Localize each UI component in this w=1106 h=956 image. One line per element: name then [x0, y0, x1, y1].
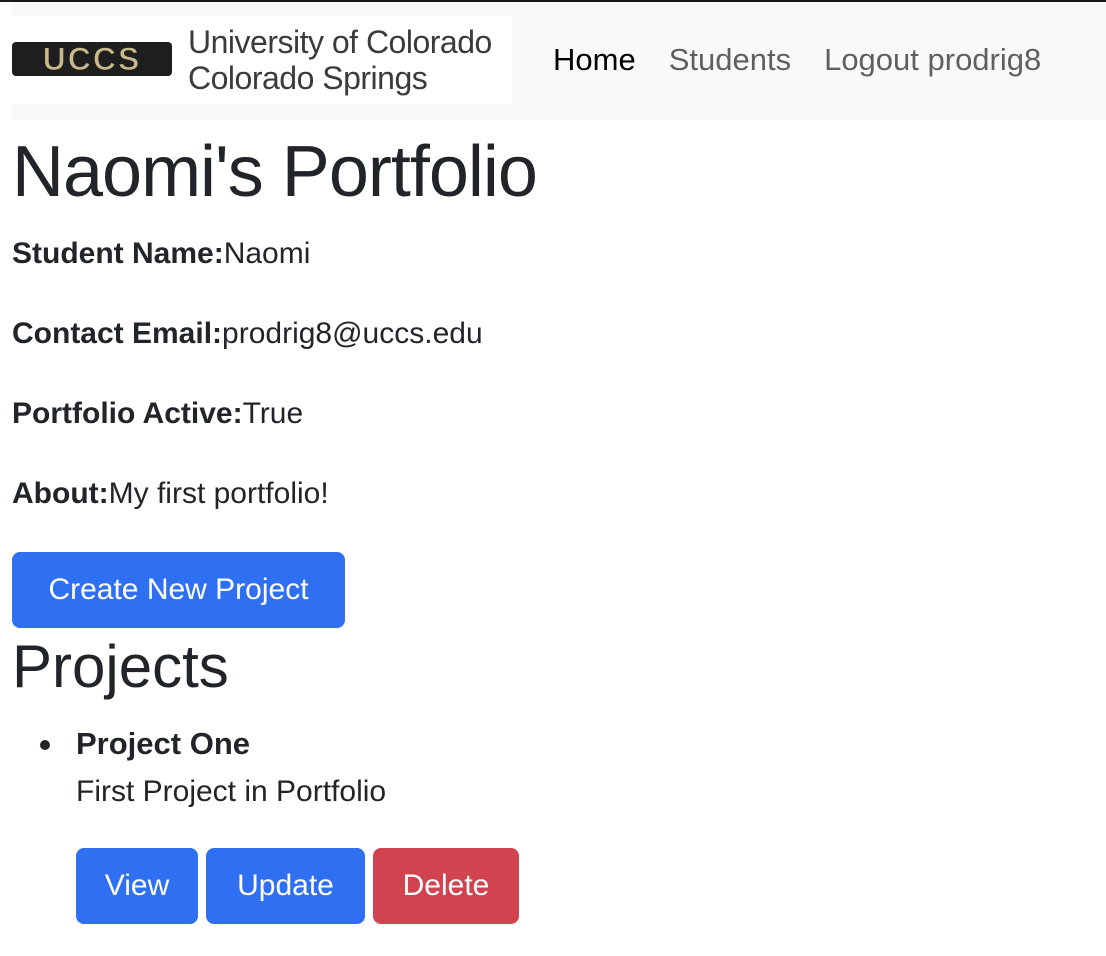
logo-line-1: University of Colorado [188, 24, 492, 60]
navbar: UCCS University of Colorado Colorado Spr… [12, 2, 1106, 120]
logo-line-2: Colorado Springs [188, 60, 428, 96]
delete-project-button[interactable]: Delete [373, 848, 519, 924]
update-project-button[interactable]: Update [206, 848, 365, 924]
nav-home-link[interactable]: Home [553, 40, 636, 80]
project-description: First Project in Portfolio [76, 775, 387, 808]
list-bullet [40, 740, 50, 750]
field-portfolio-active: Portfolio Active:True [12, 394, 303, 434]
field-label: Contact Email: [12, 317, 223, 350]
field-value: True [242, 397, 304, 430]
field-value: Naomi [223, 237, 311, 270]
projects-heading: Projects [12, 633, 229, 700]
nav-students-link[interactable]: Students [669, 40, 791, 80]
field-value: prodrig8@uccs.edu [222, 317, 483, 350]
field-value: My first portfolio! [108, 477, 329, 510]
page-title: Naomi's Portfolio [12, 132, 538, 212]
uccs-logo-mark: UCCS [12, 41, 172, 78]
field-about: About:My first portfolio! [12, 474, 329, 514]
view-project-button[interactable]: View [76, 848, 198, 924]
project-name: Project One [76, 726, 250, 761]
field-label: Portfolio Active: [12, 397, 243, 430]
uccs-logo[interactable]: UCCS University of Colorado Colorado Spr… [12, 16, 512, 104]
field-label: Student Name: [12, 237, 224, 270]
field-contact-email: Contact Email:prodrig8@uccs.edu [12, 314, 483, 354]
field-student-name: Student Name:Naomi [12, 234, 310, 274]
nav-logout-link[interactable]: Logout prodrig8 [824, 40, 1041, 80]
create-new-project-button[interactable]: Create New Project [12, 552, 345, 628]
field-label: About: [12, 477, 109, 510]
logo-wordmark: University of Colorado Colorado Springs [188, 24, 492, 96]
main-content: Naomi's Portfolio Student Name:Naomi Con… [12, 124, 1092, 924]
uccs-logo-mark-text: UCCS [43, 41, 142, 77]
nav-links: Home Students Logout prodrig8 [553, 40, 1041, 80]
